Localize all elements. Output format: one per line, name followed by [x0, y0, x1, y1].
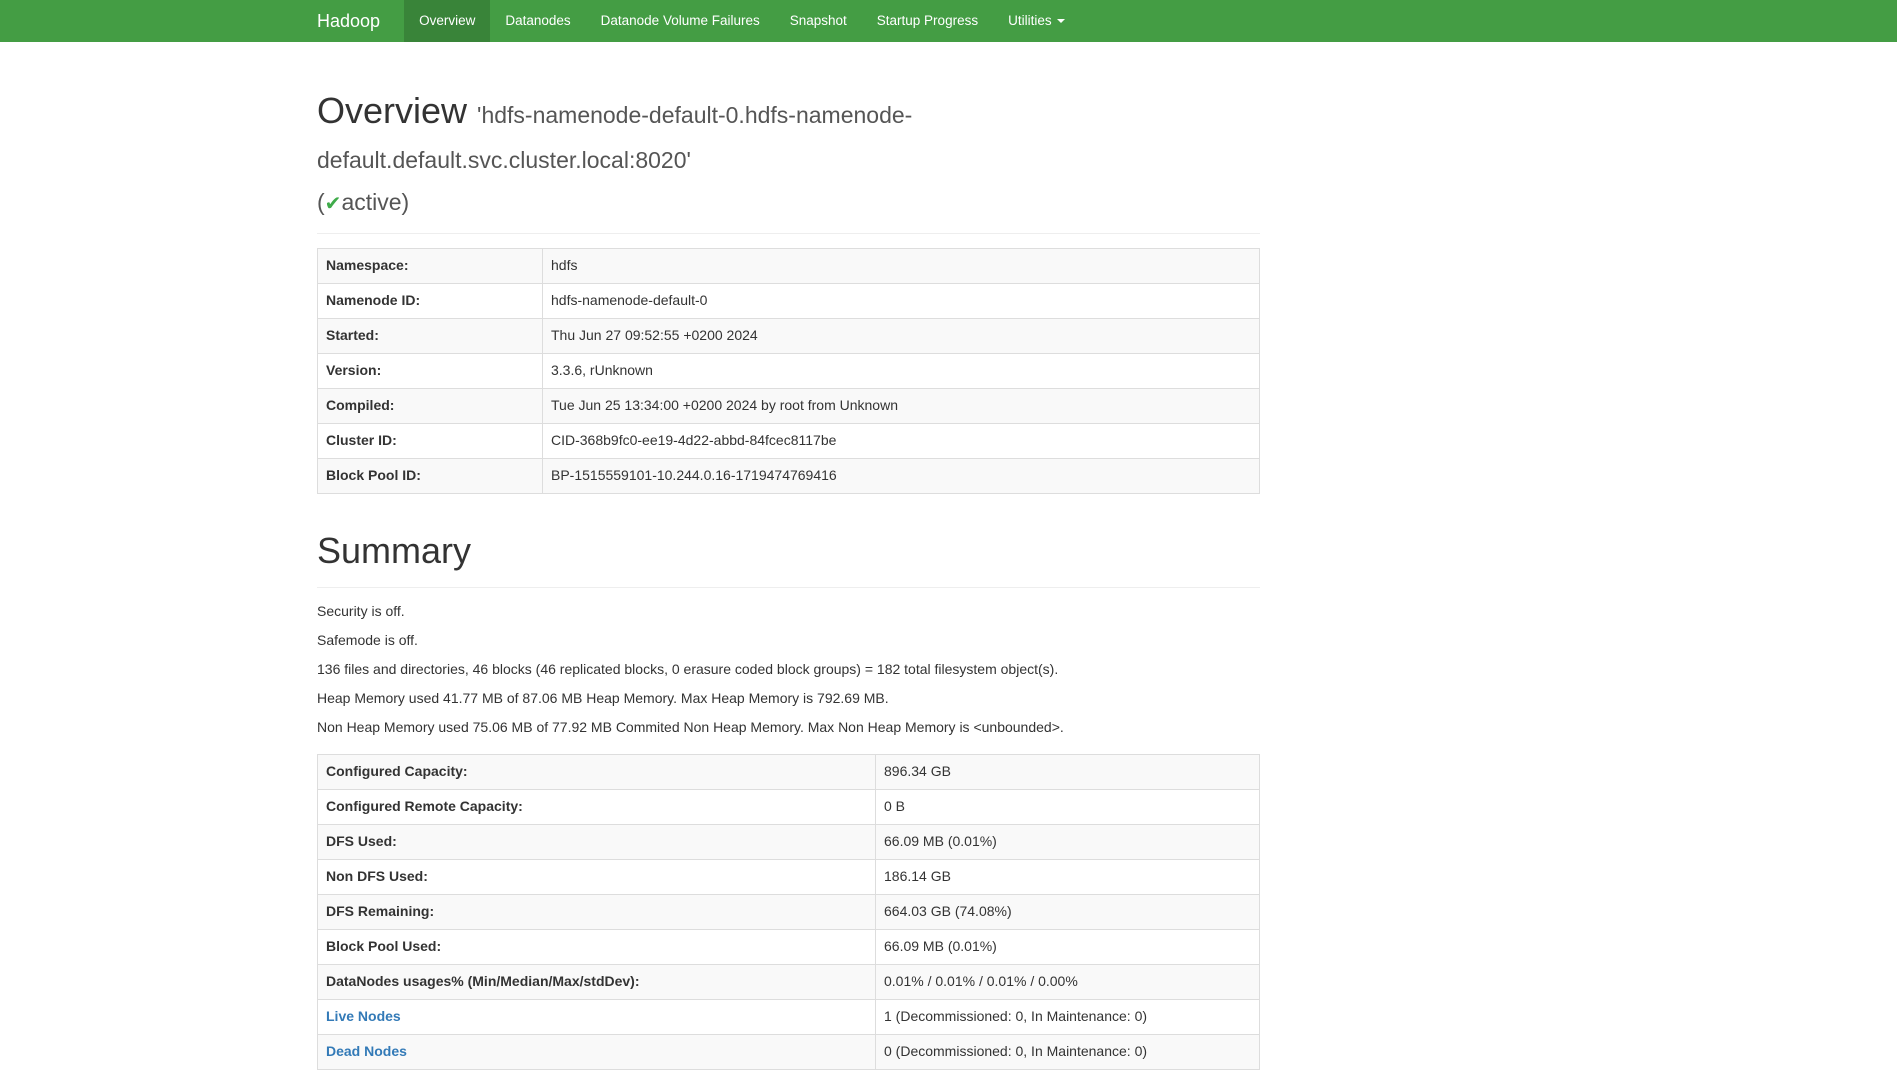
row-label: Cluster ID: [318, 423, 543, 458]
nav-item-overview: Overview [404, 0, 490, 42]
nav-item-datanodes: Datanodes [490, 0, 585, 42]
row-value: 0 (Decommissioned: 0, In Maintenance: 0) [876, 1034, 1260, 1069]
table-row-configured-remote-capacity: Configured Remote Capacity: 0 B [318, 789, 1260, 824]
row-value: 1 (Decommissioned: 0, In Maintenance: 0) [876, 999, 1260, 1034]
nav-link-datanode-volume-failures[interactable]: Datanode Volume Failures [586, 0, 775, 42]
summary-title: Summary [317, 528, 1260, 573]
row-value: CID-368b9fc0-ee19-4d22-abbd-84fcec8117be [543, 423, 1260, 458]
table-row-namenode-id: Namenode ID: hdfs-namenode-default-0 [318, 283, 1260, 318]
row-value: 0 B [876, 789, 1260, 824]
row-label: Started: [318, 318, 543, 353]
row-value: 3.3.6, rUnknown [543, 353, 1260, 388]
namenode-status: (✔active) [317, 186, 1260, 219]
row-value: hdfs [543, 248, 1260, 283]
nav-item-utilities: Utilities [993, 0, 1080, 42]
nav-link-startup-progress[interactable]: Startup Progress [862, 0, 993, 42]
status-open-paren: ( [317, 189, 325, 215]
table-row-namespace: Namespace: hdfs [318, 248, 1260, 283]
row-label: Dead Nodes [318, 1034, 876, 1069]
live-nodes-link[interactable]: Live Nodes [326, 1008, 401, 1024]
table-row-started: Started: Thu Jun 27 09:52:55 +0200 2024 [318, 318, 1260, 353]
table-row-dfs-used: DFS Used: 66.09 MB (0.01%) [318, 824, 1260, 859]
row-value: Thu Jun 27 09:52:55 +0200 2024 [543, 318, 1260, 353]
table-row-configured-capacity: Configured Capacity: 896.34 GB [318, 754, 1260, 789]
check-icon: ✔ [325, 193, 342, 215]
row-label: DFS Used: [318, 824, 876, 859]
row-label: DataNodes usages% (Min/Median/Max/stdDev… [318, 964, 876, 999]
row-label: Block Pool ID: [318, 458, 543, 493]
table-row-dfs-remaining: DFS Remaining: 664.03 GB (74.08%) [318, 894, 1260, 929]
row-value: 664.03 GB (74.08%) [876, 894, 1260, 929]
row-label: Compiled: [318, 388, 543, 423]
top-navbar: Hadoop Overview Datanodes Datanode Volum… [0, 0, 1897, 42]
table-row-block-pool-id: Block Pool ID: BP-1515559101-10.244.0.16… [318, 458, 1260, 493]
nav-link-overview[interactable]: Overview [404, 0, 490, 42]
nav-item-snapshot: Snapshot [775, 0, 862, 42]
row-label: Block Pool Used: [318, 929, 876, 964]
main-content: Overview 'hdfs-namenode-default-0.hdfs-n… [317, 42, 1260, 1070]
caret-down-icon [1057, 19, 1065, 23]
navbar-menu: Overview Datanodes Datanode Volume Failu… [404, 0, 1080, 42]
nav-item-datanode-volume-failures: Datanode Volume Failures [586, 0, 775, 42]
row-label: Non DFS Used: [318, 859, 876, 894]
nav-utilities-label: Utilities [1008, 13, 1052, 28]
row-value: 66.09 MB (0.01%) [876, 929, 1260, 964]
nav-link-snapshot[interactable]: Snapshot [775, 0, 862, 42]
nav-item-startup-progress: Startup Progress [862, 0, 993, 42]
table-row-block-pool-used: Block Pool Used: 66.09 MB (0.01%) [318, 929, 1260, 964]
row-value: 186.14 GB [876, 859, 1260, 894]
row-value: 896.34 GB [876, 754, 1260, 789]
row-label: Namespace: [318, 248, 543, 283]
page-title-text: Overview [317, 90, 467, 131]
nav-link-datanodes[interactable]: Datanodes [490, 0, 585, 42]
table-row-live-nodes: Live Nodes 1 (Decommissioned: 0, In Main… [318, 999, 1260, 1034]
filesystem-objects-text: 136 files and directories, 46 blocks (46… [317, 660, 1260, 680]
non-heap-memory-text: Non Heap Memory used 75.06 MB of 77.92 M… [317, 718, 1260, 738]
row-value: hdfs-namenode-default-0 [543, 283, 1260, 318]
table-row-cluster-id: Cluster ID: CID-368b9fc0-ee19-4d22-abbd-… [318, 423, 1260, 458]
table-row-version: Version: 3.3.6, rUnknown [318, 353, 1260, 388]
heap-memory-text: Heap Memory used 41.77 MB of 87.06 MB He… [317, 689, 1260, 709]
summary-paragraphs: Security is off. Safemode is off. 136 fi… [317, 602, 1260, 738]
row-value: 66.09 MB (0.01%) [876, 824, 1260, 859]
table-row-dead-nodes: Dead Nodes 0 (Decommissioned: 0, In Main… [318, 1034, 1260, 1069]
brand-hadoop[interactable]: Hadoop [317, 0, 404, 42]
row-value: Tue Jun 25 13:34:00 +0200 2024 by root f… [543, 388, 1260, 423]
page-title: Overview 'hdfs-namenode-default-0.hdfs-n… [317, 88, 1260, 178]
table-row-non-dfs-used: Non DFS Used: 186.14 GB [318, 859, 1260, 894]
dead-nodes-link[interactable]: Dead Nodes [326, 1043, 407, 1059]
security-status-text: Security is off. [317, 602, 1260, 622]
table-row-datanode-usages: DataNodes usages% (Min/Median/Max/stdDev… [318, 964, 1260, 999]
status-active-text: active) [341, 189, 409, 215]
nav-link-utilities-dropdown[interactable]: Utilities [993, 0, 1080, 42]
row-value: BP-1515559101-10.244.0.16-1719474769416 [543, 458, 1260, 493]
namenode-info-table: Namespace: hdfs Namenode ID: hdfs-nameno… [317, 248, 1260, 494]
row-label: Version: [318, 353, 543, 388]
summary-table: Configured Capacity: 896.34 GB Configure… [317, 754, 1260, 1070]
summary-divider [317, 587, 1260, 588]
row-label: Live Nodes [318, 999, 876, 1034]
safemode-status-text: Safemode is off. [317, 631, 1260, 651]
row-label: Configured Capacity: [318, 754, 876, 789]
header-divider [317, 233, 1260, 234]
row-label: Namenode ID: [318, 283, 543, 318]
row-value: 0.01% / 0.01% / 0.01% / 0.00% [876, 964, 1260, 999]
navbar-container: Hadoop Overview Datanodes Datanode Volum… [317, 0, 1897, 42]
row-label: Configured Remote Capacity: [318, 789, 876, 824]
table-row-compiled: Compiled: Tue Jun 25 13:34:00 +0200 2024… [318, 388, 1260, 423]
row-label: DFS Remaining: [318, 894, 876, 929]
